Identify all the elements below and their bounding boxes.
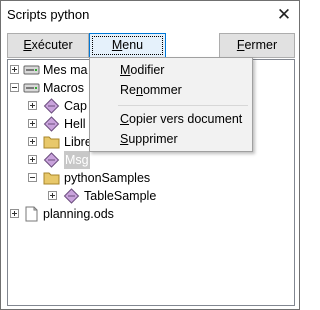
script-icon — [43, 152, 60, 168]
tree-item-label: Msg — [64, 151, 90, 169]
drive-icon — [23, 83, 40, 93]
script-icon — [43, 116, 60, 132]
menu-item-supprimer[interactable]: Supprimer — [90, 129, 252, 149]
dialog-window: Scripts python ✕ Exécuter Menu Fermer Me… — [0, 0, 300, 310]
folder-icon — [43, 136, 60, 149]
expand-icon[interactable] — [10, 209, 19, 218]
tree-item-planning-ods[interactable]: planning.ods — [8, 205, 294, 223]
expand-icon[interactable] — [28, 137, 37, 146]
folder-icon — [43, 172, 60, 185]
expand-icon[interactable] — [28, 101, 37, 110]
expand-icon[interactable] — [10, 65, 19, 74]
collapse-icon[interactable] — [28, 173, 37, 182]
expand-icon[interactable] — [28, 119, 37, 128]
tree-item-label: Libre — [64, 135, 92, 149]
menu-item-renommer[interactable]: Renommer — [90, 80, 252, 100]
document-icon — [25, 206, 38, 222]
tree-item-msg[interactable]: Msg — [8, 151, 294, 169]
execute-button[interactable]: Exécuter — [7, 33, 89, 58]
menu-item-modifier[interactable]: Modifier — [90, 60, 252, 80]
expand-icon[interactable] — [28, 155, 37, 164]
script-icon — [63, 188, 80, 204]
tree-item-label: Cap — [64, 99, 87, 113]
tree-item-pythonsamples[interactable]: pythonSamples — [8, 169, 294, 187]
tree-item-label: Mes ma — [43, 63, 88, 77]
close-button[interactable]: Fermer — [219, 33, 295, 58]
script-icon — [43, 98, 60, 114]
menu-button[interactable]: Menu — [89, 33, 166, 58]
context-menu: Modifier Renommer Copier vers document S… — [89, 57, 253, 152]
tree-item-label: pythonSamples — [64, 171, 151, 185]
tree-item-label: TableSample — [84, 189, 157, 203]
menu-separator — [118, 105, 248, 106]
tree-item-label: Macros — [43, 81, 84, 95]
expand-icon[interactable] — [48, 191, 57, 200]
title-bar[interactable]: Scripts python ✕ — [1, 1, 299, 30]
window-title: Scripts python — [7, 7, 90, 22]
menu-item-copier-vers-document[interactable]: Copier vers document — [90, 109, 252, 129]
tree-item-label: Hell — [64, 117, 86, 131]
tree-item-label: planning.ods — [43, 207, 114, 221]
close-icon[interactable]: ✕ — [275, 5, 293, 25]
tree-item-tablesample[interactable]: TableSample — [8, 187, 294, 205]
drive-icon — [23, 65, 40, 75]
collapse-icon[interactable] — [10, 83, 19, 92]
